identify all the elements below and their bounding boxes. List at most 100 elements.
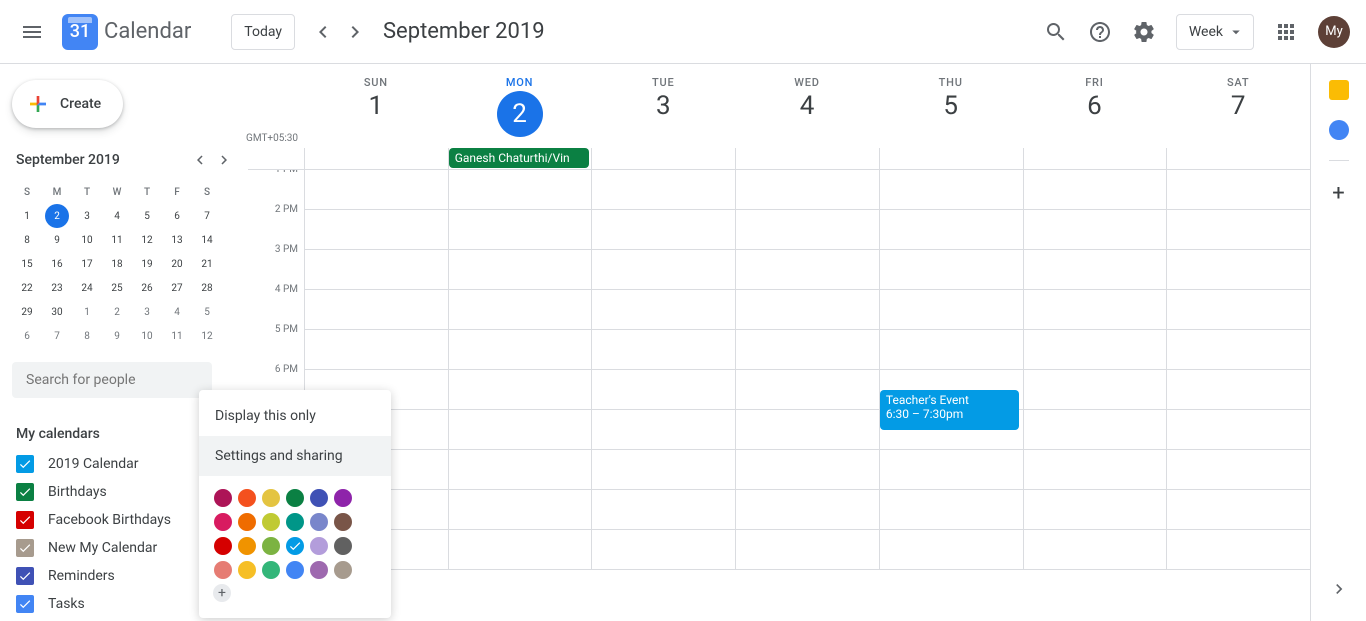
hour-cell[interactable]	[879, 250, 1023, 290]
mini-day[interactable]: 9	[102, 324, 132, 348]
day-header[interactable]: SAT7	[1166, 64, 1310, 148]
hour-cell[interactable]	[1166, 330, 1310, 370]
day-header[interactable]: SUN1	[304, 64, 448, 148]
hour-cell[interactable]	[735, 330, 879, 370]
color-swatch[interactable]	[262, 537, 280, 555]
search-people-input[interactable]	[12, 362, 212, 398]
mini-day[interactable]: 17	[72, 252, 102, 276]
hour-cell[interactable]	[304, 290, 448, 330]
hour-cell[interactable]	[591, 450, 735, 490]
day-header[interactable]: TUE3	[591, 64, 735, 148]
hour-cell[interactable]	[879, 330, 1023, 370]
view-selector[interactable]: Week	[1176, 14, 1254, 50]
mini-day[interactable]: 6	[12, 324, 42, 348]
mini-day[interactable]: 29	[12, 300, 42, 324]
color-swatch[interactable]	[238, 537, 256, 555]
color-swatch[interactable]	[238, 489, 256, 507]
mini-day[interactable]: 26	[132, 276, 162, 300]
apps-icon[interactable]	[1266, 12, 1306, 52]
main-menu-button[interactable]	[8, 8, 56, 56]
hour-cell[interactable]	[1166, 290, 1310, 330]
calendar-checkbox[interactable]	[16, 511, 34, 529]
mini-day[interactable]: 25	[102, 276, 132, 300]
mini-day[interactable]: 28	[192, 276, 222, 300]
hour-cell[interactable]	[591, 370, 735, 410]
create-button[interactable]: Create	[12, 80, 123, 128]
hour-cell[interactable]	[591, 410, 735, 450]
color-swatch[interactable]	[286, 489, 304, 507]
hour-cell[interactable]	[1023, 410, 1167, 450]
hour-cell[interactable]	[879, 530, 1023, 570]
hour-cell[interactable]	[1166, 370, 1310, 410]
allday-cell[interactable]	[591, 148, 735, 169]
allday-cell[interactable]	[304, 148, 448, 169]
mini-day[interactable]: 2	[45, 204, 69, 228]
color-swatch[interactable]	[286, 561, 304, 579]
color-swatch[interactable]	[334, 489, 352, 507]
hour-cell[interactable]	[1166, 450, 1310, 490]
color-swatch[interactable]	[214, 513, 232, 531]
hour-cell[interactable]	[1166, 250, 1310, 290]
hour-cell[interactable]	[591, 290, 735, 330]
hour-cell[interactable]	[448, 530, 592, 570]
mini-day[interactable]: 11	[102, 228, 132, 252]
mini-day[interactable]: 12	[192, 324, 222, 348]
color-swatch[interactable]	[334, 513, 352, 531]
hour-cell[interactable]	[735, 170, 879, 210]
allday-event[interactable]: Ganesh Chaturthi/Vin	[449, 148, 590, 168]
mini-day[interactable]: 14	[192, 228, 222, 252]
mini-day[interactable]: 10	[132, 324, 162, 348]
mini-calendar[interactable]: SMTWTFS123456789101112131415161718192021…	[12, 180, 240, 348]
mini-day[interactable]: 16	[42, 252, 72, 276]
hour-cell[interactable]	[735, 490, 879, 530]
mini-day[interactable]: 4	[102, 204, 132, 228]
hour-cell[interactable]	[1023, 210, 1167, 250]
prev-period-button[interactable]	[307, 16, 339, 48]
color-swatch[interactable]	[262, 489, 280, 507]
gear-icon[interactable]	[1124, 12, 1164, 52]
mini-day[interactable]: 9	[42, 228, 72, 252]
hour-cell[interactable]	[1023, 370, 1167, 410]
settings-sharing-item[interactable]: Settings and sharing	[199, 436, 391, 476]
color-swatch[interactable]	[310, 537, 328, 555]
color-swatch[interactable]	[238, 513, 256, 531]
help-icon[interactable]	[1080, 12, 1120, 52]
hour-cell[interactable]	[879, 490, 1023, 530]
color-swatch[interactable]	[286, 513, 304, 531]
hour-cell[interactable]	[1023, 530, 1167, 570]
today-button[interactable]: Today	[231, 14, 295, 50]
hour-cell[interactable]	[879, 410, 1023, 450]
hour-cell[interactable]	[591, 490, 735, 530]
hour-cell[interactable]	[1023, 490, 1167, 530]
color-swatch[interactable]	[334, 561, 352, 579]
mini-day[interactable]: 27	[162, 276, 192, 300]
day-header[interactable]: WED4	[735, 64, 879, 148]
hour-cell[interactable]	[448, 370, 592, 410]
color-swatch[interactable]	[286, 537, 304, 555]
hour-cell[interactable]	[591, 170, 735, 210]
mini-day[interactable]: 6	[162, 204, 192, 228]
hour-cell[interactable]	[591, 210, 735, 250]
hour-cell[interactable]	[448, 330, 592, 370]
hour-cell[interactable]	[879, 450, 1023, 490]
calendar-checkbox[interactable]	[16, 567, 34, 585]
mini-prev-button[interactable]	[188, 148, 212, 172]
allday-cell[interactable]	[1166, 148, 1310, 169]
calendar-checkbox[interactable]	[16, 455, 34, 473]
day-header[interactable]: MON2	[448, 64, 592, 148]
hour-cell[interactable]	[448, 410, 592, 450]
mini-day[interactable]: 10	[72, 228, 102, 252]
mini-day[interactable]: 22	[12, 276, 42, 300]
hour-cell[interactable]	[735, 290, 879, 330]
hour-cell[interactable]	[1023, 170, 1167, 210]
mini-day[interactable]: 15	[12, 252, 42, 276]
mini-day[interactable]: 3	[132, 300, 162, 324]
color-swatch[interactable]	[214, 561, 232, 579]
hour-cell[interactable]	[591, 330, 735, 370]
color-swatch[interactable]	[262, 561, 280, 579]
keep-icon[interactable]	[1329, 80, 1349, 100]
color-swatch[interactable]	[238, 561, 256, 579]
mini-day[interactable]: 8	[72, 324, 102, 348]
color-swatch[interactable]	[334, 537, 352, 555]
hour-cell[interactable]	[735, 250, 879, 290]
